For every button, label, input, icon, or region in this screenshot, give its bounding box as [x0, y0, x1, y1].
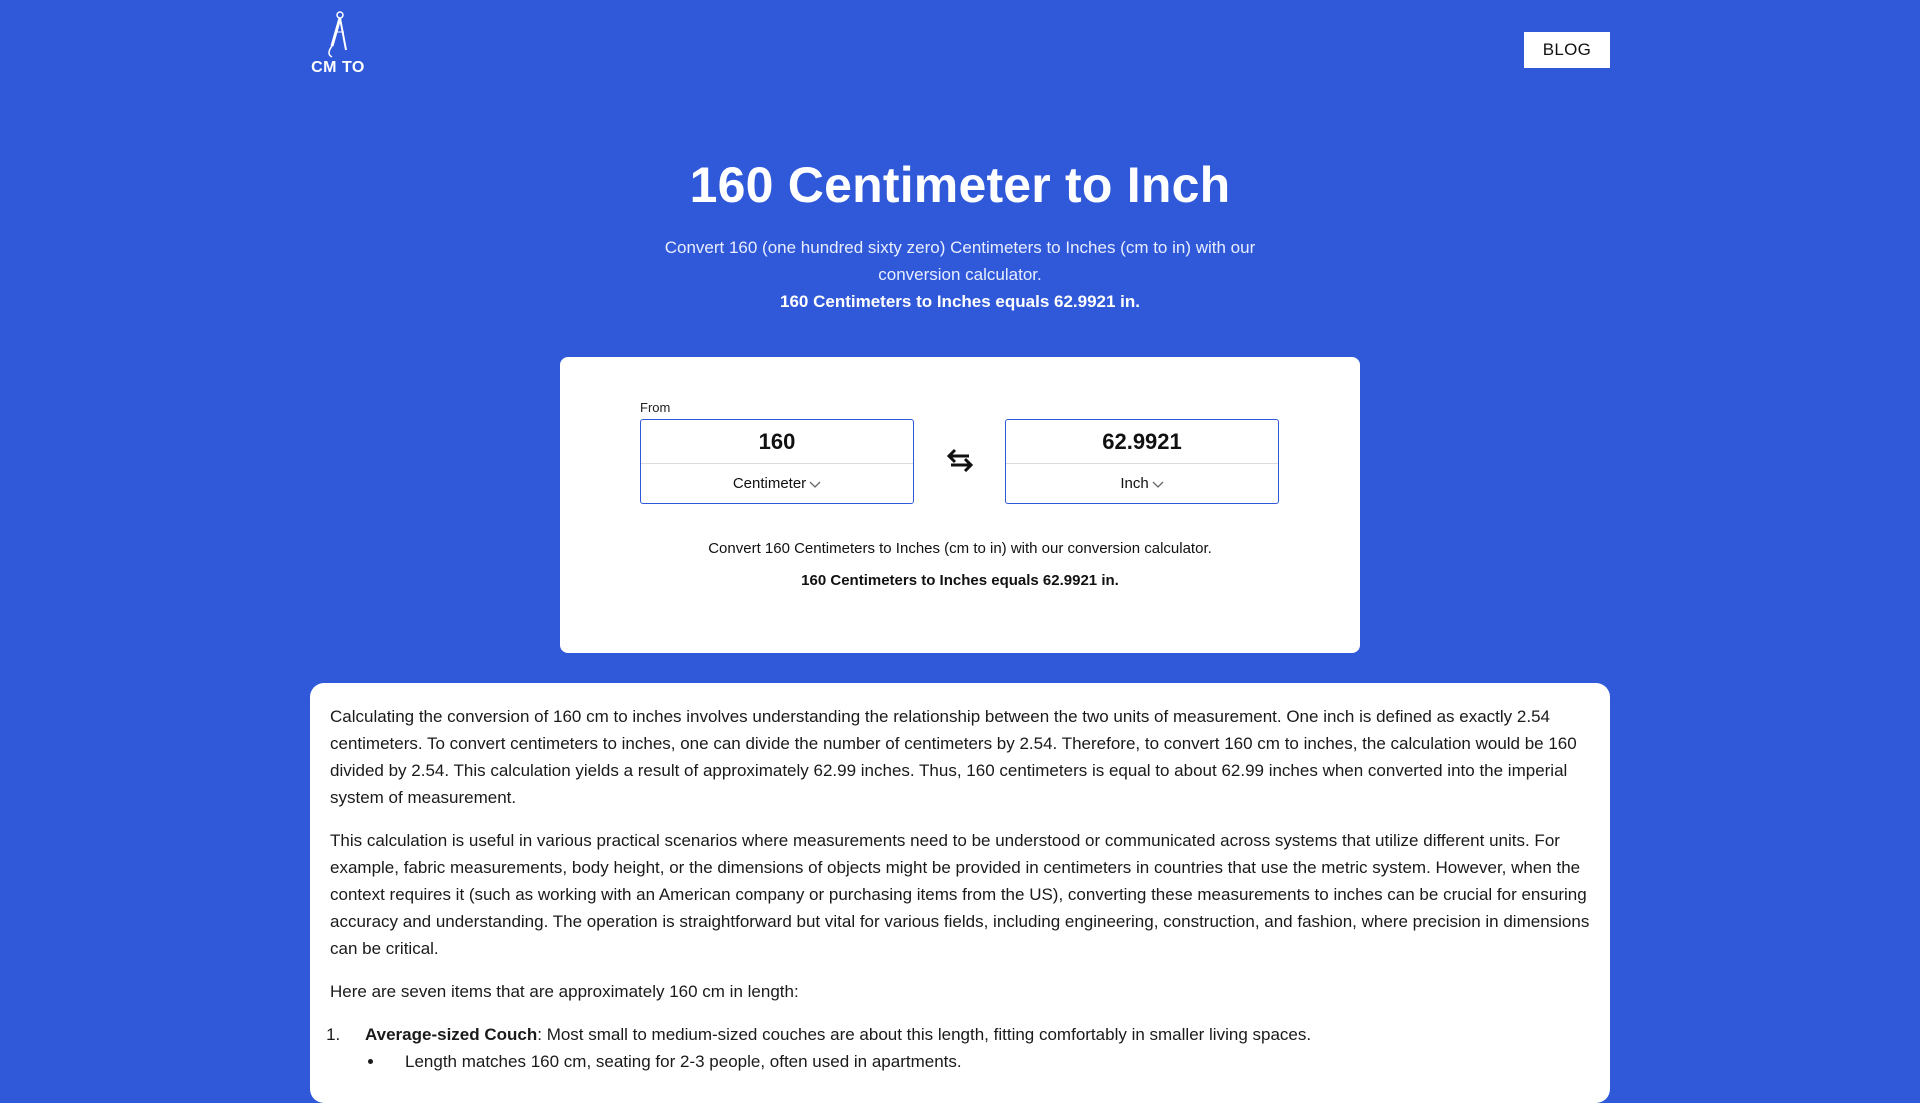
to-value-input[interactable]	[1006, 420, 1278, 464]
converter-description: Convert 160 Centimeters to Inches (cm to…	[708, 540, 1212, 557]
blog-button[interactable]: BLOG	[1524, 32, 1610, 68]
site-logo[interactable]: CM TO	[308, 10, 368, 90]
swap-arrows-icon	[947, 448, 973, 472]
to-unit-box: Inch	[1005, 419, 1279, 504]
site-header: CM TO BLOG	[0, 0, 1920, 100]
items-list: Average-sized Couch: Most small to mediu…	[330, 1021, 1590, 1075]
from-label: From	[640, 400, 671, 415]
from-value-input[interactable]	[641, 420, 913, 464]
converter-result: 160 Centimeters to Inches equals 62.9921…	[801, 572, 1119, 589]
swap-units-button[interactable]	[940, 443, 980, 477]
converter-card: From Centimeter Inch Convert 160 Centime…	[560, 357, 1360, 653]
from-unit-box: Centimeter	[640, 419, 914, 504]
logo-tagline	[308, 76, 368, 80]
article-list-intro: Here are seven items that are approximat…	[330, 982, 799, 1001]
list-item-text: : Most small to medium-sized couches are…	[537, 1025, 1312, 1044]
article-paragraph: This calculation is useful in various pr…	[330, 831, 1590, 958]
to-unit-label: Inch	[1120, 474, 1149, 492]
list-item: Average-sized Couch: Most small to mediu…	[345, 1021, 1590, 1075]
compass-logo-icon	[328, 11, 347, 58]
from-unit-select[interactable]: Centimeter	[641, 464, 913, 502]
article-paragraph: Calculating the conversion of 160 cm to …	[330, 707, 1577, 807]
page-title: 160 Centimeter to Inch	[689, 157, 1231, 213]
from-unit-label: Centimeter	[732, 474, 807, 492]
list-item-title: Average-sized Couch	[365, 1025, 538, 1044]
page-result: 160 Centimeters to Inches equals 62.9921…	[780, 292, 1140, 311]
to-unit-select[interactable]: Inch	[1006, 464, 1278, 502]
chevron-down-icon	[1152, 481, 1164, 488]
list-item-bullet: Length matches 160 cm, seating for 2-3 p…	[385, 1048, 1590, 1075]
logo-text: CM TO	[311, 59, 365, 76]
hero-section: 160 Centimeter to Inch Convert 160 (one …	[0, 150, 1920, 315]
chevron-down-icon	[809, 481, 821, 488]
article-content: Calculating the conversion of 160 cm to …	[310, 683, 1610, 1103]
list-item-details: Length matches 160 cm, seating for 2-3 p…	[365, 1048, 1590, 1075]
page-subtitle: Convert 160 (one hundred sixty zero) Cen…	[664, 238, 1256, 284]
